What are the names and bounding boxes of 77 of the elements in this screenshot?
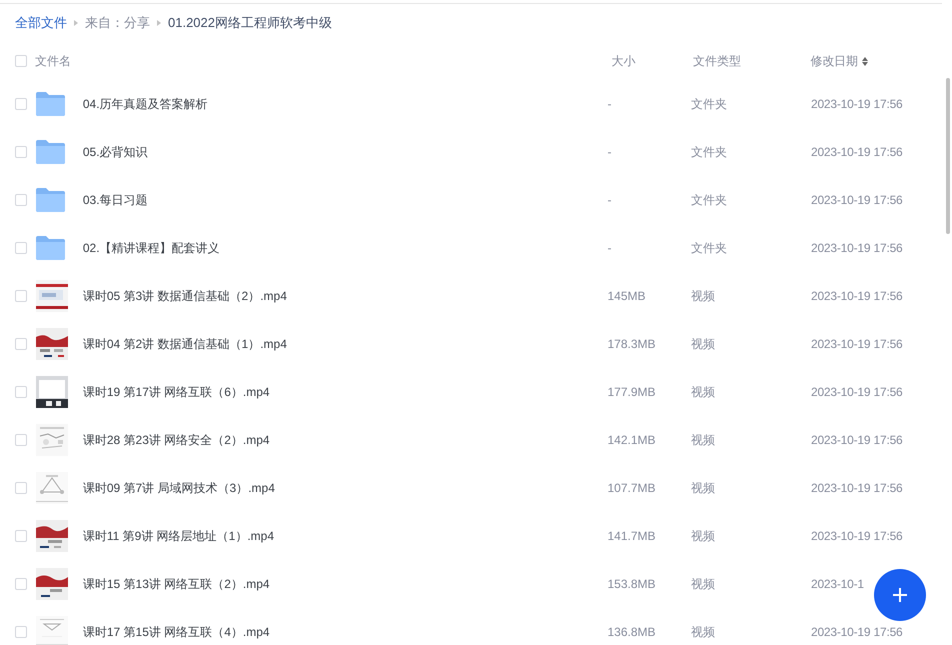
file-type: 视频 bbox=[690, 528, 715, 542]
modified-date: 2023-10-19 17:56 bbox=[810, 145, 903, 159]
file-name[interactable]: 课时19 第17讲 网络互联（6）.mp4 bbox=[82, 384, 270, 400]
file-size: 177.9MB bbox=[608, 385, 656, 399]
file-size: 136.8MB bbox=[608, 625, 656, 639]
modified-date: 2023-10-19 17:56 bbox=[810, 289, 903, 303]
file-size: - bbox=[608, 145, 612, 159]
modified-date: 2023-10-19 17:56 bbox=[810, 193, 903, 207]
file-name[interactable]: 课时04 第2讲 数据通信基础（1）.mp4 bbox=[82, 336, 287, 352]
file-type: 文件夹 bbox=[690, 192, 727, 206]
file-size: - bbox=[608, 193, 612, 207]
checkbox[interactable] bbox=[15, 194, 27, 206]
file-size: - bbox=[608, 241, 612, 255]
file-name[interactable]: 05.必背知识 bbox=[82, 144, 148, 160]
file-type: 视频 bbox=[690, 288, 715, 302]
checkbox[interactable] bbox=[15, 578, 27, 590]
file-size: 107.7MB bbox=[608, 481, 656, 495]
file-size: 178.3MB bbox=[608, 337, 656, 351]
file-type: 视频 bbox=[690, 384, 715, 398]
modified-date: 2023-10-19 17:56 bbox=[810, 385, 903, 399]
file-name[interactable]: 课时15 第13讲 网络互联（2）.mp4 bbox=[82, 576, 270, 592]
checkbox[interactable] bbox=[15, 242, 27, 254]
file-name[interactable]: 课时11 第9讲 网络层地址（1）.mp4 bbox=[82, 528, 274, 544]
modified-date: 2023-10-19 17:56 bbox=[810, 97, 903, 111]
folder-icon bbox=[36, 92, 65, 116]
column-header: 文件类型 bbox=[693, 54, 742, 68]
modified-date: 2023-10-19 17:56 bbox=[810, 625, 903, 639]
file-size: 153.8MB bbox=[608, 577, 656, 591]
sort-icon[interactable] bbox=[862, 56, 868, 66]
file-type: 文件夹 bbox=[690, 240, 727, 254]
file-name[interactable]: 03.每日习题 bbox=[82, 192, 148, 208]
file-name[interactable]: 课时17 第15讲 网络互联（4）.mp4 bbox=[82, 624, 270, 640]
file-type: 视频 bbox=[690, 336, 715, 350]
file-name[interactable]: 课时28 第23讲 网络安全（2）.mp4 bbox=[82, 432, 270, 448]
file-type: 文件夹 bbox=[690, 144, 727, 158]
modified-date: 2023-10-19 17:56 bbox=[810, 529, 903, 543]
modified-date: 2023-10-19 17:56 bbox=[810, 433, 903, 447]
checkbox[interactable] bbox=[15, 626, 27, 638]
checkbox[interactable] bbox=[15, 290, 27, 302]
checkbox[interactable] bbox=[15, 530, 27, 542]
file-name[interactable]: 课时05 第3讲 数据通信基础（2）.mp4 bbox=[82, 288, 287, 304]
checkbox[interactable] bbox=[15, 98, 27, 110]
folder-icon bbox=[36, 236, 65, 260]
column-header: 大小 bbox=[611, 54, 636, 68]
modified-date: 2023-10-1 bbox=[810, 577, 864, 591]
add-button[interactable] bbox=[874, 569, 926, 621]
file-name[interactable]: 02.【精讲课程】配套讲义 bbox=[82, 240, 220, 256]
column-header: 文件名 bbox=[34, 52, 71, 70]
file-name[interactable]: 04.历年真题及答案解析 bbox=[82, 96, 208, 112]
file-size: 145MB bbox=[608, 289, 646, 303]
breadcrumb-item: 01.2022网络工程师软考中级 bbox=[168, 14, 332, 32]
checkbox[interactable] bbox=[15, 146, 27, 158]
chevron-icon bbox=[74, 20, 78, 26]
select-all-checkbox[interactable] bbox=[15, 55, 27, 67]
file-type: 文件夹 bbox=[690, 96, 727, 110]
scrollbar-thumb[interactable] bbox=[946, 78, 950, 234]
file-type: 视频 bbox=[690, 432, 715, 446]
breadcrumb-link[interactable]: 全部文件 bbox=[15, 14, 67, 32]
file-size: 142.1MB bbox=[608, 433, 656, 447]
checkbox[interactable] bbox=[15, 338, 27, 350]
folder-icon bbox=[36, 140, 65, 164]
breadcrumb-item: 来自：分享 bbox=[85, 14, 150, 32]
chevron-icon bbox=[157, 20, 161, 26]
file-name[interactable]: 课时09 第7讲 局域网技术（3）.mp4 bbox=[82, 480, 275, 496]
plus-icon bbox=[890, 585, 910, 605]
file-size: 141.7MB bbox=[608, 529, 656, 543]
folder-icon bbox=[36, 188, 65, 212]
file-size: - bbox=[608, 97, 612, 111]
checkbox[interactable] bbox=[15, 386, 27, 398]
file-type: 视频 bbox=[690, 576, 715, 590]
checkbox[interactable] bbox=[15, 482, 27, 494]
modified-date: 2023-10-19 17:56 bbox=[810, 337, 903, 351]
modified-date: 2023-10-19 17:56 bbox=[810, 241, 903, 255]
file-type: 视频 bbox=[690, 624, 715, 638]
modified-date: 2023-10-19 17:56 bbox=[810, 481, 903, 495]
file-type: 视频 bbox=[690, 480, 715, 494]
checkbox[interactable] bbox=[15, 434, 27, 446]
